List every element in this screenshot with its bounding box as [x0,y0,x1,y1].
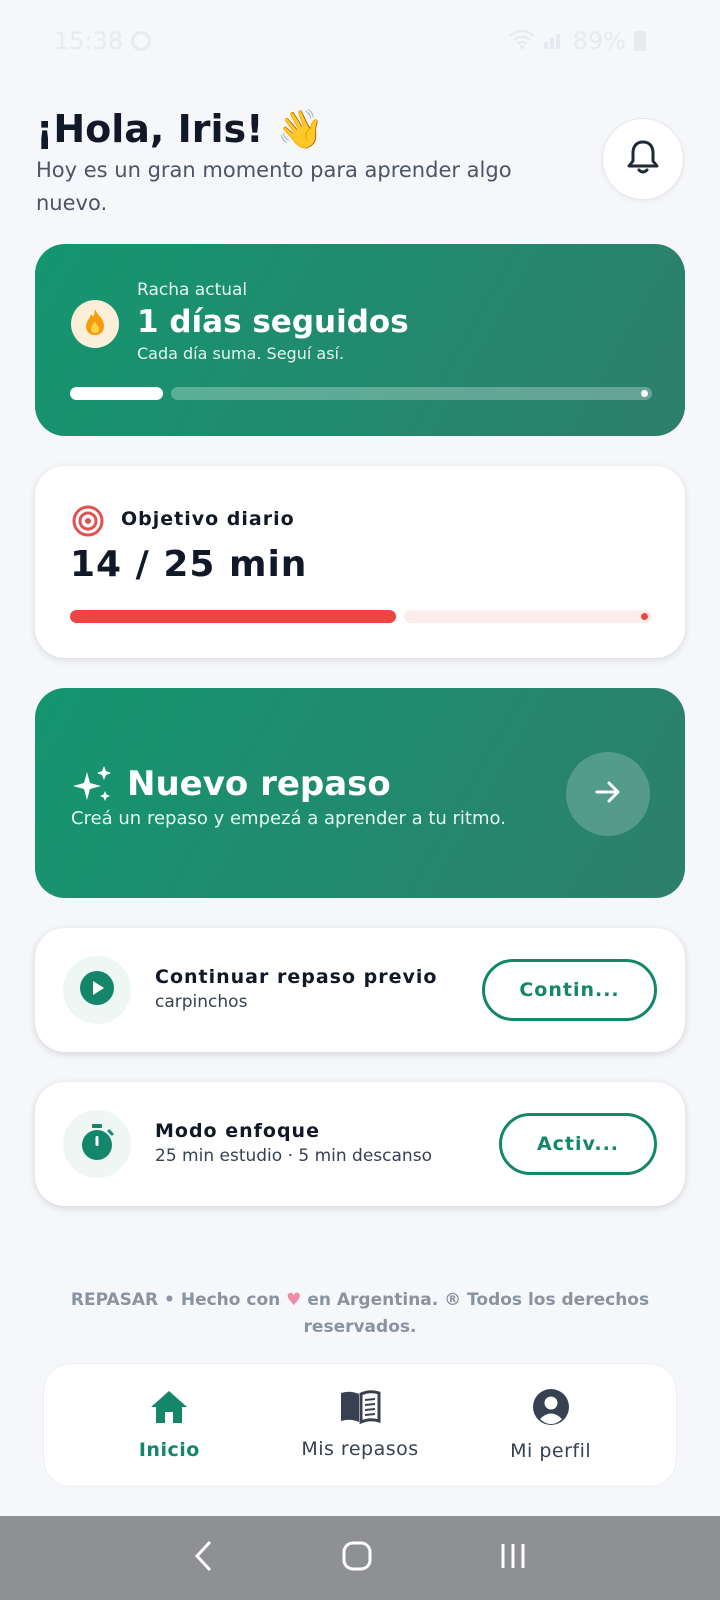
streak-progress-track [171,387,652,400]
signal-icon [543,27,565,55]
status-left: 15:38 [54,27,152,55]
streak-text: Racha actual 1 días seguidos Cada día su… [137,280,409,363]
status-right: 89% [508,27,646,55]
home-circle-icon[interactable] [341,1540,373,1576]
book-icon [339,1390,381,1428]
nav-label-mis-repasos: Mis repasos [301,1438,419,1460]
streak-card: Racha actual 1 días seguidos Cada día su… [35,244,685,436]
notifications-button[interactable] [602,118,684,200]
battery-icon [634,31,646,51]
dnd-icon [131,31,152,51]
daily-goal-progress-track [404,610,652,623]
bottom-nav: Inicio Mis repasos Mi perfil [43,1363,677,1487]
continue-review-title: Continuar repaso previo [155,966,438,988]
greeting: ¡Hola, Iris! 👋 Hoy es un gran momento pa… [36,106,556,220]
play-badge [63,956,131,1024]
focus-mode-card: Modo enfoque 25 min estudio · 5 min desc… [35,1082,685,1206]
greeting-title: ¡Hola, Iris! 👋 [36,107,324,151]
greeting-subtitle: Hoy es un gran momento para aprender alg… [36,158,512,215]
continue-review-subtitle: carpinchos [155,992,248,1012]
daily-goal-label: Objetivo diario [121,508,295,530]
nav-label-mi-perfil: Mi perfil [510,1440,592,1462]
new-review-title: Nuevo repaso [127,764,391,804]
user-icon [532,1388,570,1430]
streak-progress-fill [70,387,163,400]
focus-mode-button[interactable]: Activ... [499,1113,657,1175]
footer-prefix: REPASAR • Hecho con [70,1290,281,1310]
focus-mode-subtitle: 25 min estudio · 5 min descanso [155,1146,432,1166]
flame-icon [84,308,106,340]
play-icon [79,970,115,1010]
status-bar: 15:38 89% [0,0,720,82]
nav-item-mi-perfil[interactable]: Mi perfil [466,1388,636,1462]
streak-value: 1 días seguidos [137,304,409,340]
battery-percent: 89% [572,27,626,55]
recents-icon[interactable] [498,1541,528,1575]
streak-subtitle: Cada día suma. Seguí así. [137,344,345,363]
nav-item-inicio[interactable]: Inicio [84,1389,254,1461]
daily-goal-card: Objetivo diario 14 / 25 min [35,466,685,658]
arrow-right-icon [592,776,624,812]
streak-label: Racha actual [137,280,248,300]
flame-badge [71,300,119,348]
daily-goal-value: 14 / 25 min [70,544,308,585]
daily-goal-progress-fill [70,610,396,623]
nav-item-mis-repasos[interactable]: Mis repasos [275,1390,445,1460]
sparkles-icon [71,764,113,810]
stopwatch-icon [79,1123,115,1165]
bell-icon [626,139,660,179]
new-review-subtitle: Creá un repaso y empezá a aprender a tu … [71,808,506,829]
footer-note: REPASAR • Hecho con ♥ en Argentina. ® To… [40,1287,680,1341]
nav-label-inicio: Inicio [138,1439,200,1461]
back-icon[interactable] [192,1539,216,1577]
timer-badge [63,1110,131,1178]
focus-mode-title: Modo enfoque [155,1120,320,1142]
heart-icon: ♥ [286,1290,302,1310]
status-time: 15:38 [54,27,124,55]
continue-review-card: Continuar repaso previo carpinchos Conti… [35,928,685,1052]
target-icon [71,504,105,542]
continue-review-button[interactable]: Contin... [482,959,657,1021]
home-icon [149,1389,189,1429]
new-review-card[interactable]: Nuevo repaso Creá un repaso y empezá a a… [35,688,685,898]
new-review-arrow-button[interactable] [566,752,650,836]
footer-suffix: en Argentina. ® Todos los derechos reser… [303,1290,650,1337]
daily-goal-progress-dot [641,613,648,620]
system-nav-bar [0,1516,720,1600]
wifi-icon [508,27,535,55]
streak-progress-dot [641,390,648,397]
